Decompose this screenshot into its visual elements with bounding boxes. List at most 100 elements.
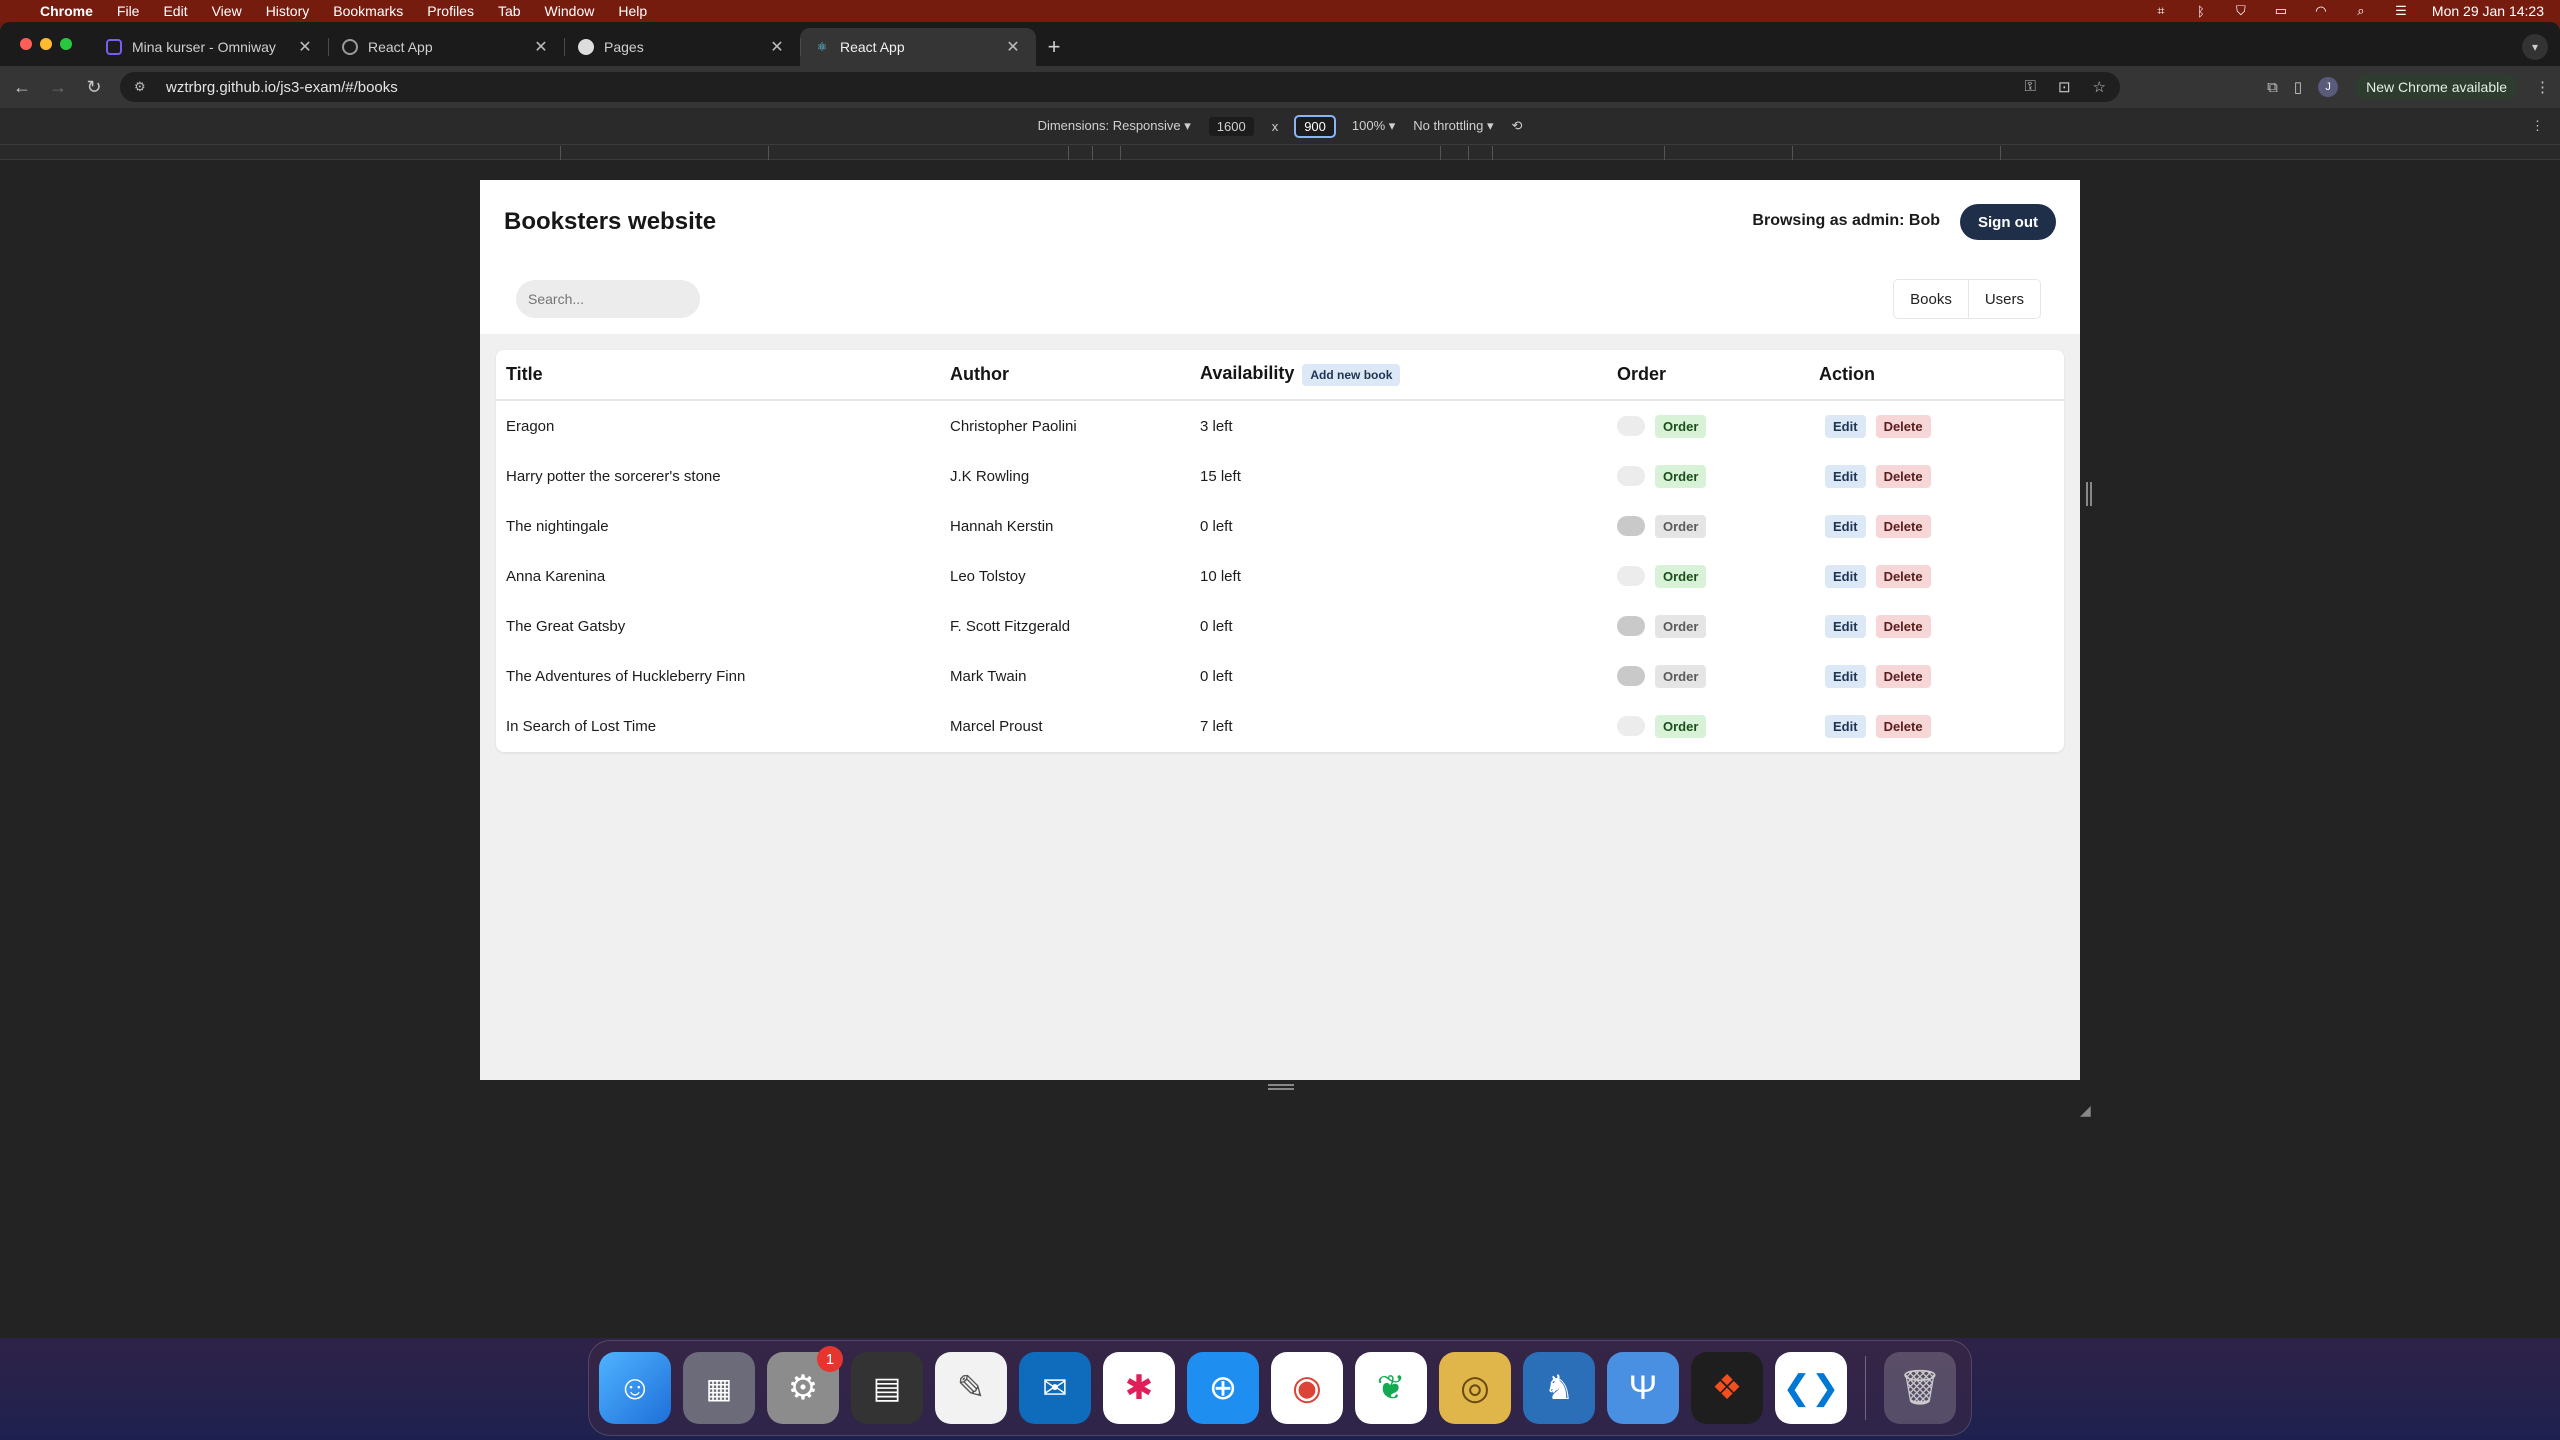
add-new-book-button[interactable]: Add new book xyxy=(1302,363,1401,386)
reload-icon[interactable]: ↻ xyxy=(76,77,112,98)
close-window-icon[interactable] xyxy=(20,38,32,50)
new-chrome-available-button[interactable]: New Chrome available xyxy=(2354,74,2519,100)
forward-icon[interactable]: → xyxy=(40,77,76,98)
close-tab-icon[interactable]: ✕ xyxy=(768,37,786,57)
menu-tab[interactable]: Tab xyxy=(498,3,521,19)
viewport-width-input[interactable]: 1600 xyxy=(1208,116,1254,136)
vscode-icon[interactable]: ❮❯ xyxy=(1775,1352,1847,1424)
back-icon[interactable]: ← xyxy=(4,77,40,98)
close-tab-icon[interactable]: ✕ xyxy=(1004,37,1022,57)
menu-file[interactable]: File xyxy=(117,3,140,19)
site-info-icon[interactable]: ⚙ xyxy=(134,79,152,95)
finder-icon[interactable]: ☺ xyxy=(599,1352,671,1424)
edit-button[interactable]: Edit xyxy=(1825,564,1866,588)
order-button[interactable]: Order xyxy=(1655,664,1707,688)
throttling-dropdown[interactable]: No throttling ▾ xyxy=(1413,118,1493,134)
menu-edit[interactable]: Edit xyxy=(163,3,187,19)
slack-icon[interactable]: ✱ xyxy=(1103,1352,1175,1424)
shield-icon[interactable]: ⛉ xyxy=(2232,3,2250,18)
spotlight-search-icon[interactable]: ⌕ xyxy=(2352,3,2370,18)
zoom-window-icon[interactable] xyxy=(60,38,72,50)
menu-help[interactable]: Help xyxy=(618,3,647,19)
tab-pages[interactable]: Pages ✕ xyxy=(564,28,800,66)
wifi-icon[interactable]: ◠ xyxy=(2312,3,2330,18)
order-toggle[interactable] xyxy=(1617,566,1645,586)
minimize-window-icon[interactable] xyxy=(40,38,52,50)
side-panel-icon[interactable]: ▯ xyxy=(2294,78,2302,96)
new-tab-icon[interactable]: + xyxy=(1036,28,1072,66)
order-button[interactable]: Order xyxy=(1655,514,1707,538)
edit-button[interactable]: Edit xyxy=(1825,614,1866,638)
delete-button[interactable]: Delete xyxy=(1875,414,1931,438)
profile-avatar[interactable]: J xyxy=(2318,77,2339,97)
delete-button[interactable]: Delete xyxy=(1875,714,1931,738)
order-button[interactable]: Order xyxy=(1655,714,1707,738)
delete-button[interactable]: Delete xyxy=(1875,464,1931,488)
close-tab-icon[interactable]: ✕ xyxy=(532,37,550,57)
launchpad-icon[interactable]: ▦ xyxy=(683,1352,755,1424)
delete-button[interactable]: Delete xyxy=(1875,564,1931,588)
order-button[interactable]: Order xyxy=(1655,464,1707,488)
sequel-icon[interactable]: ◎ xyxy=(1439,1352,1511,1424)
menu-bookmarks[interactable]: Bookmarks xyxy=(333,3,403,19)
edit-button[interactable]: Edit xyxy=(1825,414,1866,438)
edit-button[interactable]: Edit xyxy=(1825,514,1866,538)
viewport-resize-handle-right[interactable] xyxy=(2086,482,2092,506)
calculator-icon[interactable]: ▤ xyxy=(851,1352,923,1424)
delete-button[interactable]: Delete xyxy=(1875,664,1931,688)
password-key-icon[interactable]: ⚿ xyxy=(2025,78,2036,96)
order-button[interactable]: Order xyxy=(1655,414,1707,438)
rotate-icon[interactable]: ⟲ xyxy=(1512,118,1523,134)
outlook-icon[interactable]: ✉ xyxy=(1019,1352,1091,1424)
tab-omniway[interactable]: Mina kurser - Omniway ✕ xyxy=(92,28,328,66)
menubar-clock[interactable]: Mon 29 Jan 14:23 xyxy=(2432,3,2544,19)
order-toggle[interactable] xyxy=(1617,466,1645,486)
menu-profiles[interactable]: Profiles xyxy=(427,3,474,19)
users-nav-button[interactable]: Users xyxy=(1967,280,2040,318)
chrome-menu-icon[interactable]: ⋮ xyxy=(2535,78,2550,96)
viewport-resize-handle-corner[interactable]: ◢ xyxy=(2080,1102,2091,1119)
edit-button[interactable]: Edit xyxy=(1825,714,1866,738)
textedit-icon[interactable]: ✎ xyxy=(935,1352,1007,1424)
tableplus-icon[interactable]: ♞ xyxy=(1523,1352,1595,1424)
install-app-icon[interactable]: ⊡ xyxy=(2058,78,2071,96)
search-input[interactable] xyxy=(516,280,700,318)
tab-react-app-active[interactable]: ⚛ React App ✕ xyxy=(800,28,1036,66)
safari-icon[interactable]: ⊕ xyxy=(1187,1352,1259,1424)
order-button[interactable]: Order xyxy=(1655,614,1707,638)
device-toolbar-more-icon[interactable]: ⋮ xyxy=(2531,118,2544,134)
fork-icon[interactable]: Ψ xyxy=(1607,1352,1679,1424)
menu-window[interactable]: Window xyxy=(545,3,595,19)
tab-search-icon[interactable]: ▾ xyxy=(2522,34,2548,60)
order-button[interactable]: Order xyxy=(1655,564,1707,588)
menu-history[interactable]: History xyxy=(266,3,310,19)
delete-button[interactable]: Delete xyxy=(1875,614,1931,638)
edit-button[interactable]: Edit xyxy=(1825,664,1866,688)
order-toggle[interactable] xyxy=(1617,716,1645,736)
order-toggle[interactable] xyxy=(1617,416,1645,436)
edit-button[interactable]: Edit xyxy=(1825,464,1866,488)
dimensions-dropdown[interactable]: Dimensions: Responsive ▾ xyxy=(1038,118,1191,134)
delete-button[interactable]: Delete xyxy=(1875,514,1931,538)
trash-icon[interactable]: 🗑 xyxy=(1884,1352,1956,1424)
zoom-dropdown[interactable]: 100% ▾ xyxy=(1352,118,1395,134)
viewport-resize-handle-bottom[interactable] xyxy=(1268,1084,1294,1090)
order-toggle[interactable] xyxy=(1617,666,1645,686)
chrome-icon[interactable]: ◉ xyxy=(1271,1352,1343,1424)
viewport-height-input[interactable]: 900 xyxy=(1294,114,1336,138)
menu-view[interactable]: View xyxy=(212,3,242,19)
cast-icon[interactable]: ⌗ xyxy=(2152,3,2170,18)
bluetooth-icon[interactable]: ᛒ xyxy=(2192,4,2210,19)
control-center-icon[interactable]: ☰ xyxy=(2392,3,2410,18)
tab-react-app-1[interactable]: React App ✕ xyxy=(328,28,564,66)
bookmark-star-icon[interactable]: ☆ xyxy=(2093,78,2106,96)
mongodb-icon[interactable]: ❦ xyxy=(1355,1352,1427,1424)
battery-icon[interactable]: ▭ xyxy=(2272,3,2290,18)
system-settings-icon[interactable]: ⚙ 1 xyxy=(767,1346,843,1424)
menu-app-name[interactable]: Chrome xyxy=(40,3,93,19)
address-bar[interactable]: ⚙ wztrbrg.github.io/js3-exam/#/books ⚿ ⊡… xyxy=(120,72,2120,102)
media-query-ruler[interactable] xyxy=(0,144,2560,160)
extensions-icon[interactable]: ⧉ xyxy=(2267,79,2278,96)
order-toggle[interactable] xyxy=(1617,616,1645,636)
close-tab-icon[interactable]: ✕ xyxy=(296,37,314,57)
